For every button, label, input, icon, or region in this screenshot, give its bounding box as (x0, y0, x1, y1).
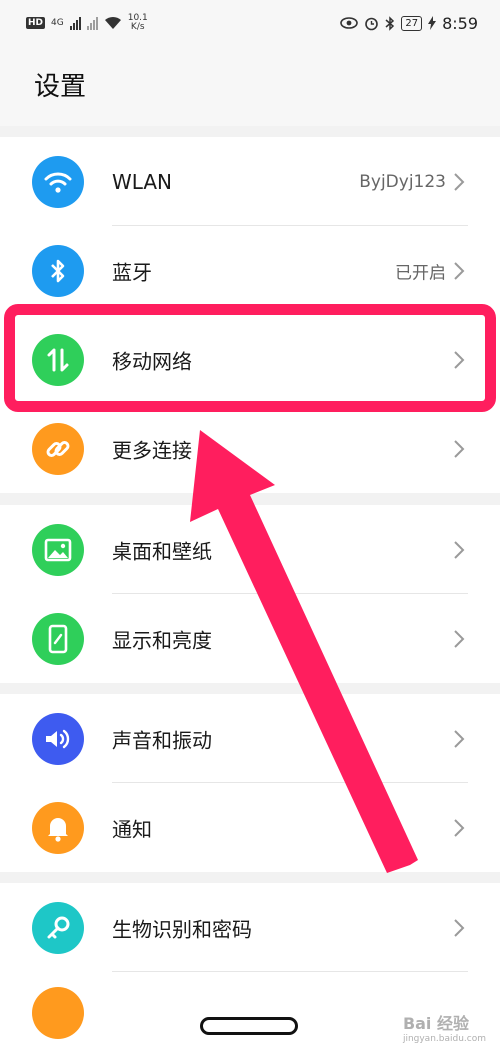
watermark-sub: jingyan.baidu.com (402, 1034, 486, 1044)
watermark: Bai 经验 jingyan.baidu.com (403, 1010, 486, 1044)
home-indicator[interactable] (200, 1017, 298, 1035)
annotation-arrow (190, 430, 418, 873)
watermark-text: Bai 经验 (402, 1014, 469, 1033)
